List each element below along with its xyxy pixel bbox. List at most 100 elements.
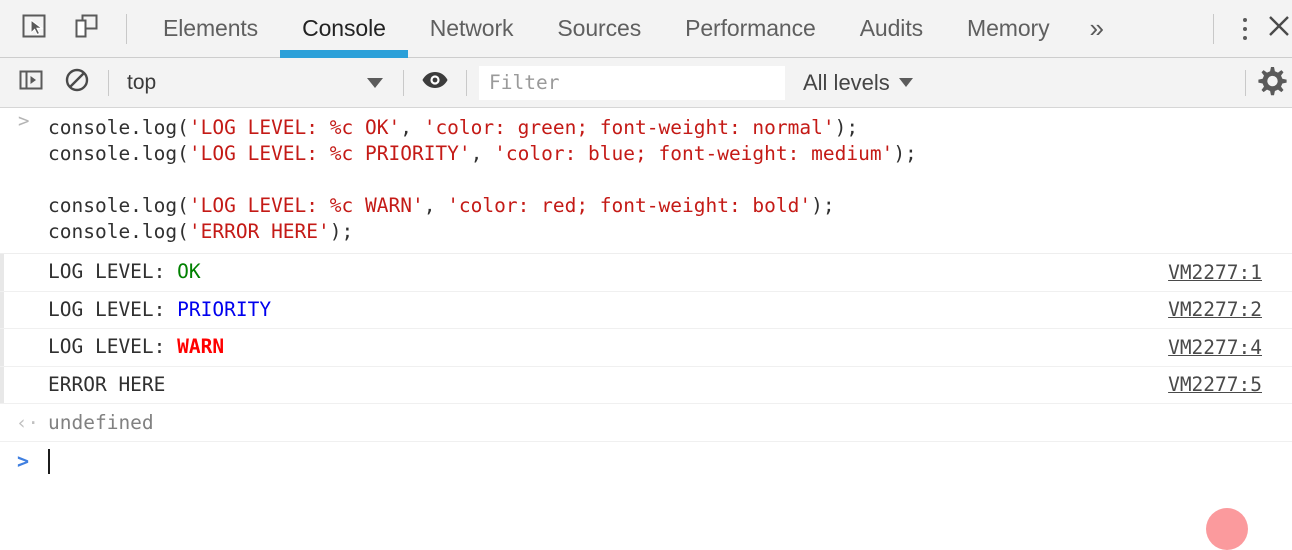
more-tabs-button[interactable]: » xyxy=(1071,0,1121,58)
tab-elements-label: Elements xyxy=(163,15,259,41)
toolbar-divider-4 xyxy=(1245,69,1246,96)
string-token: 'color: green; font-weight: normal' xyxy=(423,116,835,139)
tabbar-divider xyxy=(126,13,127,44)
tab-network-label: Network xyxy=(429,15,514,41)
log-message-prefix: LOG LEVEL: xyxy=(48,260,178,284)
console-result-value: undefined xyxy=(48,410,154,434)
console-result-row: ‹· undefined xyxy=(0,404,1292,442)
string-token: 'LOG LEVEL: %c PRIORITY' xyxy=(188,142,471,165)
log-message-styled-value: OK xyxy=(177,260,201,284)
log-message-prefix: LOG LEVEL: xyxy=(48,335,178,359)
string-token: 'color: blue; font-weight: medium' xyxy=(494,142,894,165)
log-message-styled-value: WARN xyxy=(177,335,225,359)
tabbar-right-divider xyxy=(1213,13,1214,44)
corner-decoration-circle xyxy=(1206,508,1248,550)
vertical-dots-icon-dot xyxy=(1243,35,1247,40)
log-message: ERROR HERE xyxy=(48,372,1168,398)
toolbar-divider-2 xyxy=(403,69,404,96)
execution-context-value: top xyxy=(127,70,157,94)
console-prompt-row[interactable]: > xyxy=(0,442,1292,480)
log-source-link[interactable]: VM2277:1 xyxy=(1168,261,1262,284)
toggle-device-toolbar-button[interactable] xyxy=(60,1,112,57)
console-log-row[interactable]: LOG LEVEL: WARN VM2277:4 xyxy=(0,329,1292,367)
eye-icon xyxy=(421,70,449,95)
string-token: 'color: red; font-weight: bold' xyxy=(447,194,812,217)
log-level-selector[interactable]: All levels xyxy=(803,70,913,96)
show-console-sidebar-icon xyxy=(18,67,44,98)
vertical-dots-icon-dot xyxy=(1243,17,1247,22)
toggle-device-toolbar-icon xyxy=(73,13,99,44)
tab-memory-label: Memory xyxy=(967,15,1050,41)
tab-audits-label: Audits xyxy=(859,15,924,41)
clear-console-button[interactable] xyxy=(54,59,100,107)
toolbar-divider-3 xyxy=(466,69,467,96)
devtools-panel: Elements Console Network Sources Perform… xyxy=(0,0,1292,550)
log-message-styled-value: PRIORITY xyxy=(177,297,272,321)
code-token: ); xyxy=(329,220,354,243)
clear-console-icon xyxy=(64,67,90,98)
more-options-button[interactable] xyxy=(1228,1,1262,57)
close-devtools-button[interactable] xyxy=(1262,1,1292,57)
tab-console-label: Console xyxy=(302,15,386,41)
code-token: , xyxy=(470,142,495,165)
string-token: 'LOG LEVEL: %c OK' xyxy=(188,116,401,139)
code-token: ); xyxy=(834,116,859,139)
gear-icon xyxy=(1254,63,1288,102)
command-line: console.log('LOG LEVEL: %c PRIORITY', 'c… xyxy=(0,141,1292,167)
code-token: console.log( xyxy=(48,142,189,165)
text-cursor xyxy=(48,448,50,474)
code-token: console.log( xyxy=(48,220,189,243)
code-token: ); xyxy=(811,194,835,217)
command-line: console.log('LOG LEVEL: %c WARN', 'color… xyxy=(0,193,1292,219)
string-token: 'ERROR HERE' xyxy=(188,220,330,243)
active-prompt-arrow-icon: > xyxy=(17,449,30,473)
chevron-double-right-icon: » xyxy=(1089,13,1104,43)
tab-elements[interactable]: Elements xyxy=(141,0,280,58)
settings-button[interactable] xyxy=(1254,59,1292,107)
log-message-prefix: ERROR HERE xyxy=(48,372,166,396)
console-toolbar: top All levels xyxy=(0,58,1292,108)
close-icon xyxy=(1267,14,1291,43)
console-sidebar-toggle-button[interactable] xyxy=(8,59,54,107)
tabbar-right-controls xyxy=(1199,0,1292,58)
log-source-link[interactable]: VM2277:4 xyxy=(1168,336,1262,359)
toolbar-divider-1 xyxy=(108,69,109,96)
log-source-link[interactable]: VM2277:5 xyxy=(1168,373,1262,396)
command-line: console.log('ERROR HERE'); xyxy=(0,219,1292,245)
console-log-row[interactable]: ERROR HERE VM2277:5 xyxy=(0,366,1292,404)
log-message: LOG LEVEL: WARN xyxy=(48,334,1168,360)
vertical-dots-icon-dot xyxy=(1243,26,1247,31)
inspect-element-cursor-icon xyxy=(21,13,47,44)
log-source-link[interactable]: VM2277:2 xyxy=(1168,298,1262,321)
command-line-blank xyxy=(0,167,1292,193)
create-live-expression-button[interactable] xyxy=(412,59,458,107)
tab-memory[interactable]: Memory xyxy=(945,0,1071,58)
code-token: , xyxy=(423,194,448,217)
execution-context-selector[interactable]: top xyxy=(117,59,395,107)
tab-performance[interactable]: Performance xyxy=(663,0,838,58)
code-token: console.log( xyxy=(48,116,189,139)
tab-sources-label: Sources xyxy=(557,15,642,41)
tab-console[interactable]: Console xyxy=(280,0,408,58)
string-token: 'LOG LEVEL: %c WARN' xyxy=(188,194,424,217)
inspect-element-button[interactable] xyxy=(8,1,60,57)
log-message: LOG LEVEL: PRIORITY xyxy=(48,297,1168,323)
console-log-row[interactable]: LOG LEVEL: OK VM2277:1 xyxy=(0,254,1292,292)
console-messages-container[interactable]: > console.log('LOG LEVEL: %c OK', 'color… xyxy=(0,108,1292,519)
code-token: console.log( xyxy=(48,194,189,217)
command-line: console.log('LOG LEVEL: %c OK', 'color: … xyxy=(0,115,1292,141)
filter-input[interactable] xyxy=(479,65,785,100)
console-command-entry: > console.log('LOG LEVEL: %c OK', 'color… xyxy=(0,108,1292,254)
devtools-tab-bar: Elements Console Network Sources Perform… xyxy=(0,0,1292,58)
panel-tabs: Elements Console Network Sources Perform… xyxy=(141,0,1199,58)
log-level-value: All levels xyxy=(803,69,890,95)
tab-network[interactable]: Network xyxy=(408,0,536,58)
log-message: LOG LEVEL: OK xyxy=(48,259,1168,285)
console-log-row[interactable]: LOG LEVEL: PRIORITY VM2277:2 xyxy=(0,291,1292,329)
chevron-down-icon xyxy=(898,78,913,87)
log-message-prefix: LOG LEVEL: xyxy=(48,297,178,321)
tab-audits[interactable]: Audits xyxy=(838,0,945,58)
code-token: , xyxy=(400,116,424,139)
tab-performance-label: Performance xyxy=(685,15,816,41)
tab-sources[interactable]: Sources xyxy=(535,0,663,58)
